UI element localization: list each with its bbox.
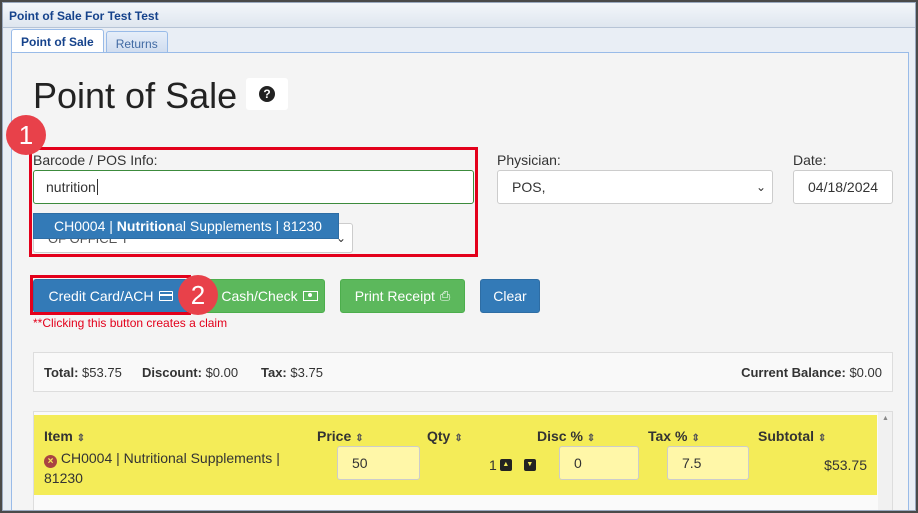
column-header-tax-label: Tax % (648, 428, 688, 444)
discount-summary: Discount: $0.00 (142, 365, 238, 380)
sort-icon: ⇕ (586, 433, 596, 444)
page-title: Point of Sale (33, 75, 238, 116)
pos-panel: Point of Sale ? Barcode / POS Info: nutr… (6, 52, 909, 510)
chevron-down-icon: ⌄ (755, 180, 766, 194)
scrollbar[interactable]: ▲ (878, 412, 892, 510)
column-header-disc[interactable]: Disc % ⇕ (537, 428, 595, 444)
column-header-item-label: Item (44, 428, 73, 444)
print-receipt-label: Print Receipt (354, 288, 435, 304)
physician-select-value: POS, (512, 179, 546, 195)
item-cell: × CH0004 | Nutritional Supplements | 812… (44, 448, 304, 488)
highlight-barcode-box (29, 147, 478, 257)
help-button[interactable]: ? (246, 78, 288, 110)
date-label: Date: (793, 152, 827, 168)
window-title: Point of Sale For Test Test (3, 3, 915, 28)
step-badge-1: 1 (6, 115, 46, 155)
print-receipt-button[interactable]: Print Receipt ⎙ (340, 279, 465, 313)
tax-input[interactable]: 7.5 (667, 446, 749, 480)
column-header-item[interactable]: Item ⇕ (44, 428, 85, 444)
total-summary: Total: $53.75 (44, 365, 122, 380)
qty-decrement-icon[interactable]: ▼ (523, 459, 536, 471)
discount-label: Discount: (142, 365, 202, 380)
column-header-qty-label: Qty (427, 428, 451, 444)
items-grid: ▲ Item ⇕ Price ⇕ Qty ⇕ Disc % ⇕ Tax % ⇕ Subto… (33, 411, 893, 510)
discount-input-value: 0 (574, 455, 582, 471)
table-row: Item ⇕ Price ⇕ Qty ⇕ Disc % ⇕ Tax % ⇕ Subtota… (34, 415, 877, 495)
column-header-price[interactable]: Price ⇕ (317, 428, 364, 444)
remove-item-icon[interactable]: × (44, 455, 57, 468)
subtotal-value: $53.75 (824, 457, 867, 473)
column-header-price-label: Price (317, 428, 352, 444)
qty-value: 1 (489, 457, 497, 473)
balance-label: Current Balance: (741, 365, 846, 380)
question-circle-icon: ? (259, 86, 275, 102)
balance-value: $0.00 (849, 365, 882, 380)
column-header-tax[interactable]: Tax % ⇕ (648, 428, 700, 444)
sort-icon: ⇕ (355, 433, 364, 444)
column-header-qty[interactable]: Qty ⇕ (427, 428, 463, 444)
date-input-value: 04/18/2024 (808, 179, 879, 195)
tax-summary: Tax: $3.75 (261, 365, 323, 380)
sort-icon: ⇕ (691, 433, 700, 444)
sort-icon: ⇕ (454, 433, 463, 444)
physician-label: Physician: (497, 152, 561, 168)
tax-input-value: 7.5 (682, 455, 702, 471)
qty-increment-icon[interactable]: ▲ (499, 459, 512, 471)
clear-button[interactable]: Clear (480, 279, 540, 313)
totals-bar: Total: $53.75 Discount: $0.00 Tax: $3.75… (33, 352, 893, 392)
item-code: 81230 (44, 470, 83, 486)
tab-point-of-sale[interactable]: Point of Sale (11, 29, 104, 53)
total-label: Total: (44, 365, 79, 380)
discount-value: $0.00 (205, 365, 239, 380)
price-input[interactable]: 50 (337, 446, 420, 480)
step-badge-2: 2 (178, 275, 218, 315)
printer-icon: ⎙ (439, 288, 451, 303)
tab-bar: Point of Sale Returns (11, 28, 170, 53)
tax-label: Tax: (261, 365, 287, 380)
qty-cell: 1 ▲ ▼ (489, 457, 536, 473)
tab-returns[interactable]: Returns (105, 31, 168, 53)
balance-summary: Current Balance: $0.00 (741, 365, 882, 380)
column-header-subtotal[interactable]: Subtotal ⇕ (758, 428, 826, 444)
discount-input[interactable]: 0 (559, 446, 639, 480)
column-header-subtotal-label: Subtotal (758, 428, 814, 444)
sort-icon: ⇕ (818, 433, 827, 444)
claim-warning: **Clicking this button creates a claim (33, 316, 228, 330)
app-window: Point of Sale For Test Test Point of Sal… (2, 2, 916, 511)
item-description: CH0004 | Nutritional Supplements | (60, 450, 280, 466)
scroll-up-icon[interactable]: ▲ (882, 415, 889, 422)
sort-icon: ⇕ (76, 433, 86, 444)
tax-value: $3.75 (290, 365, 323, 380)
highlight-credit-card-box (30, 275, 191, 315)
price-input-value: 50 (352, 455, 368, 471)
total-value: $53.75 (82, 365, 122, 380)
column-header-disc-label: Disc % (537, 428, 583, 444)
physician-select[interactable]: POS, ⌄ (497, 170, 773, 204)
date-input[interactable]: 04/18/2024 (793, 170, 893, 204)
money-icon (302, 291, 318, 301)
